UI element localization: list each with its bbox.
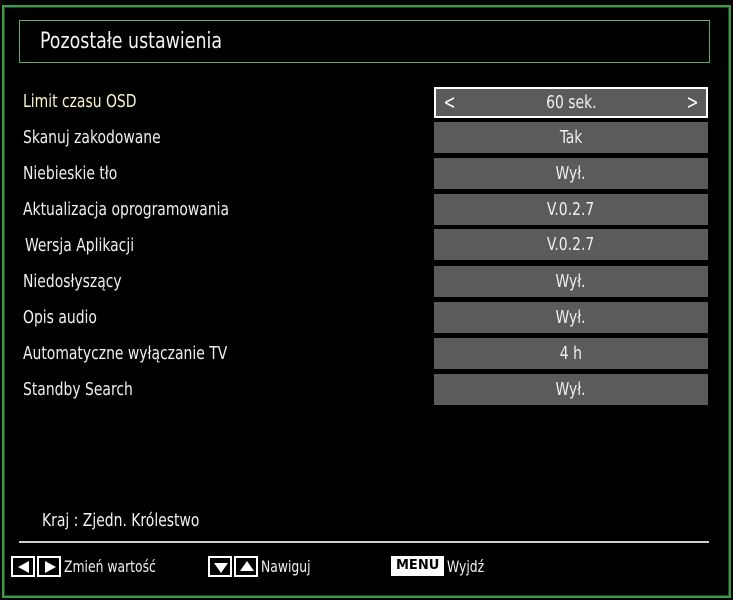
value-text: 4 h xyxy=(559,343,583,364)
setting-value-scan-encrypted[interactable]: Tak xyxy=(434,122,708,153)
chevron-right-icon[interactable]: > xyxy=(686,89,698,116)
hint-change-value: Zmień wartość xyxy=(11,555,171,577)
setting-value-auto-tv-off[interactable]: 4 h xyxy=(434,338,708,369)
value-text: Wył. xyxy=(555,271,587,292)
setting-label-software-update[interactable]: Aktualizacja oprogramowania xyxy=(23,199,229,220)
right-key-icon xyxy=(37,555,61,577)
setting-label-blue-background[interactable]: Niebieskie tło xyxy=(23,163,117,184)
setting-value-app-version[interactable]: V.0.2.7 xyxy=(434,229,708,260)
country-info: Kraj : Zjedn. Królestwo xyxy=(42,510,200,531)
footer-divider xyxy=(19,541,709,543)
chevron-left-icon[interactable]: < xyxy=(444,89,456,116)
setting-label-hard-of-hearing[interactable]: Niedosłyszący xyxy=(23,271,122,292)
value-text: V.0.2.7 xyxy=(547,199,595,220)
setting-label-auto-tv-off[interactable]: Automatyczne wyłączanie TV xyxy=(23,343,227,364)
hint-navigate: Nawiguj xyxy=(208,555,319,577)
value-text: V.0.2.7 xyxy=(547,234,595,255)
value-text: Tak xyxy=(559,127,583,148)
setting-value-software-update[interactable]: V.0.2.7 xyxy=(434,194,708,225)
setting-value-blue-background[interactable]: Wył. xyxy=(434,158,708,189)
menu-key-icon: MENU xyxy=(391,556,445,576)
setting-label-audio-description[interactable]: Opis audio xyxy=(23,307,97,328)
value-text: 60 sek. xyxy=(545,92,597,113)
hint-exit: MENU Wyjdź xyxy=(391,555,490,577)
hint-exit-label: Wyjdź xyxy=(447,556,485,576)
setting-value-hard-of-hearing[interactable]: Wył. xyxy=(434,266,708,297)
hint-navigate-label: Nawiguj xyxy=(261,556,311,576)
setting-label-scan-encrypted[interactable]: Skanuj zakodowane xyxy=(23,127,161,148)
setting-label-osd-timeout[interactable]: Limit czasu OSD xyxy=(23,91,136,112)
setting-value-audio-description[interactable]: Wył. xyxy=(434,302,708,333)
setting-value-osd-timeout[interactable]: < 60 sek. > xyxy=(434,87,708,118)
down-key-icon xyxy=(208,555,232,577)
value-text: Wył. xyxy=(555,379,587,400)
setting-label-standby-search[interactable]: Standby Search xyxy=(23,379,133,400)
setting-label-app-version[interactable]: Wersja Aplikacji xyxy=(25,235,134,256)
left-key-icon xyxy=(11,555,35,577)
up-key-icon xyxy=(234,555,258,577)
hint-change-value-label: Zmień wartość xyxy=(64,556,156,576)
value-text: Wył. xyxy=(555,307,587,328)
setting-value-standby-search[interactable]: Wył. xyxy=(434,374,708,405)
value-text: Wył. xyxy=(555,163,587,184)
title-bar: Pozostałe ustawienia xyxy=(19,20,710,63)
page-title: Pozostałe ustawienia xyxy=(40,29,223,54)
